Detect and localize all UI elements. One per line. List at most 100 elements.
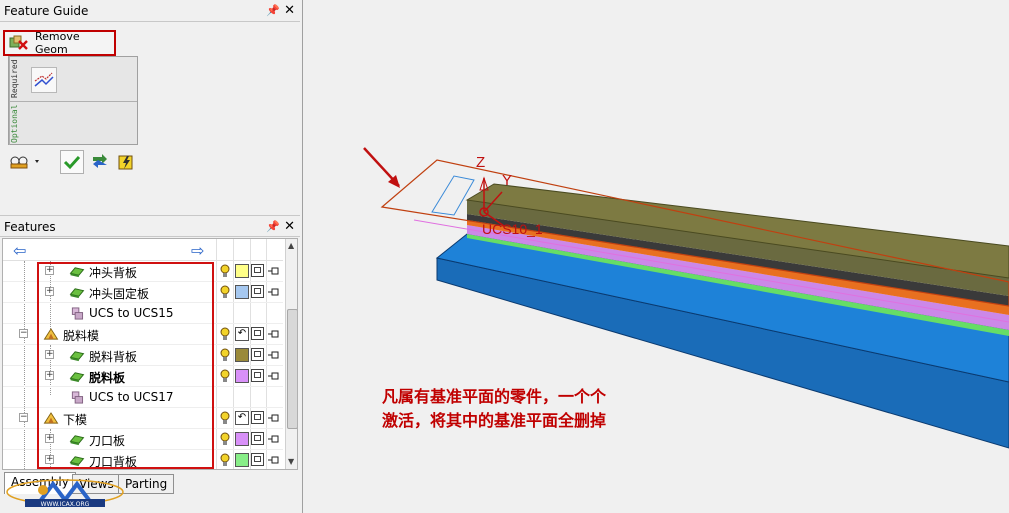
features-header: Features 📌 ✕ xyxy=(0,215,300,237)
close-icon[interactable]: ✕ xyxy=(284,216,295,238)
visibility-bulb-icon[interactable] xyxy=(220,348,230,362)
color-swatch[interactable] xyxy=(235,285,249,299)
tree-row-label: 冲头固定板 xyxy=(89,287,150,301)
scroll-up-icon[interactable]: ▲ xyxy=(288,241,294,250)
back-arrow-icon[interactable]: ⇦ xyxy=(13,241,26,260)
feature-guide-title: Feature Guide xyxy=(4,4,89,18)
pin-left-icon[interactable] xyxy=(267,434,280,444)
graphics-viewport[interactable]: Z Y UCS10_1 凡属有基准平面的零件，一个个 激活，将其中的基准平面全删… xyxy=(304,0,1009,513)
scroll-thumb[interactable] xyxy=(287,309,297,429)
color-swatch[interactable] xyxy=(235,369,249,383)
copy-window-icon[interactable] xyxy=(251,348,264,361)
color-swatch[interactable] xyxy=(235,432,249,446)
visibility-bulb-icon[interactable] xyxy=(220,264,230,278)
pin-left-icon[interactable] xyxy=(267,350,280,360)
visibility-bulb-icon[interactable] xyxy=(220,411,230,425)
pin-left-icon[interactable] xyxy=(267,413,280,423)
required-reference-icon[interactable] xyxy=(31,67,57,93)
tree-row-label: 脱料模 xyxy=(63,329,100,343)
visibility-bulb-icon[interactable] xyxy=(220,453,230,467)
collapse-toggle[interactable]: − xyxy=(19,413,28,422)
assembly-icon xyxy=(43,412,59,424)
color-swatch[interactable] xyxy=(235,348,249,362)
tree-row-label: 脱料背板 xyxy=(89,350,138,364)
visibility-bulb-icon[interactable] xyxy=(220,327,230,341)
color-swatch[interactable] xyxy=(235,264,249,278)
undo-icon[interactable]: ↶ xyxy=(235,411,249,425)
expand-toggle[interactable]: + xyxy=(45,350,54,359)
feature-guide-toolbar xyxy=(8,150,148,174)
pin-icon[interactable]: 📌 xyxy=(266,216,280,238)
optional-label: Optional xyxy=(9,102,27,145)
pin-left-icon[interactable] xyxy=(267,329,280,339)
scroll-down-icon[interactable]: ▼ xyxy=(288,457,294,466)
tree-row-label: 刀口背板 xyxy=(89,455,138,469)
tree-row[interactable]: + 冲头固定板 xyxy=(3,282,283,303)
pin-left-icon[interactable] xyxy=(267,287,280,297)
copy-window-icon[interactable] xyxy=(251,285,264,298)
tree-row-label: 下模 xyxy=(63,413,88,427)
lightning-box-icon xyxy=(118,155,133,170)
expand-toggle[interactable]: + xyxy=(45,287,54,296)
part-icon xyxy=(69,288,85,299)
part-icon xyxy=(69,267,85,278)
tree-row[interactable]: − 脱料模 ↶ xyxy=(3,324,283,345)
model-scene[interactable]: Z Y UCS10_1 xyxy=(304,0,1009,513)
tree-row[interactable]: + 刀口板 xyxy=(3,429,283,450)
color-swatch[interactable] xyxy=(235,453,249,467)
copy-window-icon[interactable] xyxy=(251,432,264,445)
tree-row[interactable]: + 脱料背板 xyxy=(3,345,283,366)
feature-guide-grid: Required Optional xyxy=(8,56,138,145)
ucs-icon xyxy=(71,391,84,404)
features-title: Features xyxy=(4,220,56,234)
pin-left-icon[interactable] xyxy=(267,371,280,381)
remove-geom-label: Remove Geom xyxy=(35,30,80,56)
swap-button[interactable] xyxy=(88,150,112,174)
assembly-icon xyxy=(43,328,59,340)
forward-arrow-icon[interactable]: ⇨ xyxy=(191,241,204,260)
guide-options-dropdown[interactable] xyxy=(8,150,44,174)
copy-window-icon[interactable] xyxy=(251,369,264,382)
feature-tree: ⇦ ⇨ + 冲头背板 + 冲头固定板 UCS to UCS15 − 脱料模 ↶ + 脱料背板 + 脱料… xyxy=(2,238,298,470)
required-label: Required xyxy=(9,57,27,101)
tree-row[interactable]: − 下模 ↶ xyxy=(3,408,283,429)
visibility-bulb-icon[interactable] xyxy=(220,285,230,299)
tree-row-label: 刀口板 xyxy=(89,434,126,448)
part-icon xyxy=(69,456,85,467)
expand-toggle[interactable]: + xyxy=(45,266,54,275)
expand-toggle[interactable]: + xyxy=(45,371,54,380)
pin-icon[interactable]: 📌 xyxy=(266,0,280,22)
part-icon xyxy=(69,435,85,446)
tree-row[interactable]: + 脱料板 xyxy=(3,366,283,387)
copy-window-icon[interactable] xyxy=(251,264,264,277)
tree-row[interactable]: UCS to UCS17 xyxy=(3,387,283,408)
vertical-scrollbar[interactable]: ▲ ▼ xyxy=(285,239,297,469)
ucs-icon xyxy=(71,307,84,320)
collapse-toggle[interactable]: − xyxy=(19,329,28,338)
annotation-line-2: 激活，将其中的基准平面全删掉 xyxy=(382,411,607,430)
tree-row[interactable]: + 刀口背板 xyxy=(3,450,283,469)
undo-icon[interactable]: ↶ xyxy=(235,327,249,341)
tree-row[interactable]: UCS to UCS15 xyxy=(3,303,283,324)
expand-toggle[interactable]: + xyxy=(45,434,54,443)
copy-window-icon[interactable] xyxy=(251,411,264,424)
copy-window-icon[interactable] xyxy=(251,453,264,466)
visibility-bulb-icon[interactable] xyxy=(220,432,230,446)
close-icon[interactable]: ✕ xyxy=(284,0,295,22)
left-panel: Feature Guide 📌 ✕ Remove Geom Required O… xyxy=(0,0,303,513)
tree-row-label: 脱料板 xyxy=(89,371,126,385)
feature-guide-header: Feature Guide 📌 ✕ xyxy=(0,0,300,22)
pin-left-icon[interactable] xyxy=(267,266,280,276)
apply-check-button[interactable] xyxy=(60,150,84,174)
special-tool-button[interactable] xyxy=(114,150,138,174)
tree-row-label: 冲头背板 xyxy=(89,266,138,280)
expand-toggle[interactable]: + xyxy=(45,455,54,464)
part-icon xyxy=(69,351,85,362)
copy-window-icon[interactable] xyxy=(251,327,264,340)
check-icon xyxy=(63,155,81,170)
tree-row[interactable]: + 冲头背板 xyxy=(3,261,283,282)
pin-left-icon[interactable] xyxy=(267,455,280,465)
tree-nav-row: ⇦ ⇨ xyxy=(3,239,283,261)
visibility-bulb-icon[interactable] xyxy=(220,369,230,383)
remove-geom-button[interactable]: Remove Geom xyxy=(3,30,116,56)
